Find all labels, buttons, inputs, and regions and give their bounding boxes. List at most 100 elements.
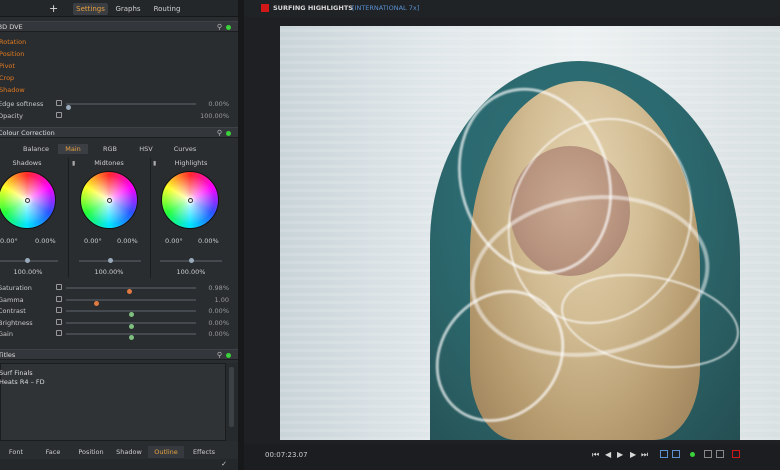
cc-param-slider[interactable]: [66, 321, 196, 329]
enable-indicator[interactable]: [226, 25, 231, 30]
shadows-color-wheel[interactable]: [0, 171, 56, 229]
highlights-angle[interactable]: 0.00°: [165, 237, 183, 245]
tab-main[interactable]: Main: [58, 144, 88, 154]
midtones-level[interactable]: 100.00%: [89, 268, 129, 276]
tab-hsv[interactable]: HSV: [132, 144, 160, 154]
opacity-value[interactable]: 100.00%: [200, 112, 229, 120]
enable-indicator[interactable]: [226, 353, 231, 358]
keyframe-icon[interactable]: [56, 100, 62, 106]
wheel-puck[interactable]: [25, 198, 30, 203]
dve-position[interactable]: Position: [0, 50, 24, 58]
tab-outline[interactable]: Outline: [148, 446, 184, 458]
keyframe-icon[interactable]: [56, 307, 62, 313]
dve-section-header[interactable]: 3D DVE ⚲: [0, 21, 238, 32]
titles-section-header[interactable]: Titles ⚲: [0, 349, 238, 360]
apply-bar: ✓: [0, 459, 238, 470]
slider-knob[interactable]: [128, 323, 134, 329]
mark-in-icon[interactable]: [660, 450, 668, 458]
title-text-editor[interactable]: Surf Finals Heats R4 – FD: [0, 363, 226, 441]
step-forward-icon[interactable]: ▶: [630, 450, 636, 459]
cc-param-slider[interactable]: [66, 287, 196, 294]
highlights-level-slider[interactable]: [160, 258, 222, 263]
slider-knob[interactable]: [66, 105, 71, 110]
cc-param-slider[interactable]: [66, 310, 196, 317]
dve-crop[interactable]: Crop: [0, 74, 14, 82]
midtones-color-wheel[interactable]: [80, 171, 138, 229]
tab-curves[interactable]: Curves: [168, 144, 202, 154]
dve-pivot[interactable]: Pivot: [0, 62, 15, 70]
play-icon[interactable]: ▶: [617, 450, 623, 459]
tab-settings[interactable]: Settings: [73, 3, 108, 15]
keyframe-icon[interactable]: [56, 318, 62, 325]
shadows-level[interactable]: 100.00%: [8, 268, 48, 276]
slider-knob[interactable]: [189, 258, 194, 263]
dve-rotation[interactable]: Rotation: [0, 38, 26, 46]
monitor-output-icon[interactable]: [732, 450, 740, 458]
cc-param-row: Gain 0.00%: [0, 329, 238, 340]
tab-effects[interactable]: Effects: [187, 446, 221, 458]
cc-param-value[interactable]: 0.00%: [208, 307, 229, 315]
scrollbar-thumb[interactable]: [229, 367, 234, 427]
tab-face[interactable]: Face: [36, 446, 70, 458]
tab-routing[interactable]: Routing: [150, 3, 184, 15]
highlights-level[interactable]: 100.00%: [171, 268, 211, 276]
tab-font[interactable]: Font: [0, 446, 32, 458]
keyframe-icon[interactable]: [56, 330, 62, 336]
add-icon[interactable]: +: [49, 2, 58, 15]
cc-param-value[interactable]: 0.00%: [208, 319, 229, 327]
tab-rgb[interactable]: RGB: [96, 144, 124, 154]
tab-graphs[interactable]: Graphs: [112, 3, 144, 15]
wheel-puck[interactable]: [107, 198, 112, 203]
cc-section-header[interactable]: Colour Correction ⚲: [0, 127, 238, 138]
cc-param-slider[interactable]: [66, 333, 196, 340]
dve-shadow[interactable]: Shadow: [0, 86, 25, 94]
fullscreen-icon[interactable]: [716, 450, 724, 458]
link-icon[interactable]: ⚲: [217, 350, 222, 360]
midtones-angle[interactable]: 0.00°: [84, 237, 102, 245]
slider-knob[interactable]: [128, 312, 134, 317]
midtones-amount[interactable]: 0.00%: [117, 237, 138, 245]
edge-softness-slider[interactable]: [66, 103, 196, 110]
shadows-angle[interactable]: 0.00°: [0, 237, 18, 245]
slider-knob[interactable]: [93, 300, 99, 306]
highlights-color-wheel[interactable]: [161, 171, 219, 229]
title-line-1[interactable]: Surf Finals: [0, 369, 33, 377]
keyframe-icon[interactable]: [56, 112, 62, 118]
midtones-level-slider[interactable]: [79, 258, 141, 263]
shadows-label: Shadows: [12, 159, 42, 167]
shadows-level-slider[interactable]: [0, 258, 58, 263]
link-icon[interactable]: ⚲: [217, 128, 222, 138]
slider-knob[interactable]: [128, 335, 134, 340]
edge-softness-value[interactable]: 0.00%: [208, 100, 229, 108]
wheel-puck[interactable]: [188, 198, 193, 203]
tab-position[interactable]: Position: [72, 446, 110, 458]
cc-param-slider[interactable]: [66, 298, 196, 306]
mark-out-icon[interactable]: [672, 450, 680, 458]
jump-start-icon[interactable]: ⏮: [592, 450, 599, 460]
video-monitor[interactable]: [280, 26, 780, 440]
opacity-row: Opacity 100.00%: [0, 111, 238, 121]
slider-knob[interactable]: [127, 289, 133, 294]
shadows-amount[interactable]: 0.00%: [35, 237, 56, 245]
cc-param-value[interactable]: 1.00: [215, 296, 229, 304]
cc-param-label: Brightness: [0, 318, 33, 327]
keyframe-icon[interactable]: [56, 295, 62, 302]
record-icon[interactable]: [261, 4, 269, 12]
titles-scrollbar[interactable]: [226, 363, 238, 441]
audio-icon[interactable]: [704, 450, 712, 458]
tab-balance[interactable]: Balance: [16, 144, 56, 154]
slider-knob[interactable]: [25, 258, 30, 263]
slider-knob[interactable]: [108, 258, 113, 263]
timecode-display[interactable]: 00:07:23.07: [265, 451, 308, 459]
tab-shadow[interactable]: Shadow: [112, 446, 146, 458]
jump-end-icon[interactable]: ⏭: [641, 450, 648, 460]
check-icon[interactable]: ✓: [221, 460, 227, 468]
enable-indicator[interactable]: [226, 131, 231, 136]
link-icon[interactable]: ⚲: [217, 22, 222, 32]
highlights-amount[interactable]: 0.00%: [198, 237, 219, 245]
step-back-icon[interactable]: ◀: [605, 450, 611, 459]
cc-param-value[interactable]: 0.00%: [208, 330, 229, 338]
cc-param-value[interactable]: 0.98%: [208, 284, 229, 292]
keyframe-icon[interactable]: [56, 284, 62, 290]
title-line-2[interactable]: Heats R4 – FD: [0, 378, 45, 386]
